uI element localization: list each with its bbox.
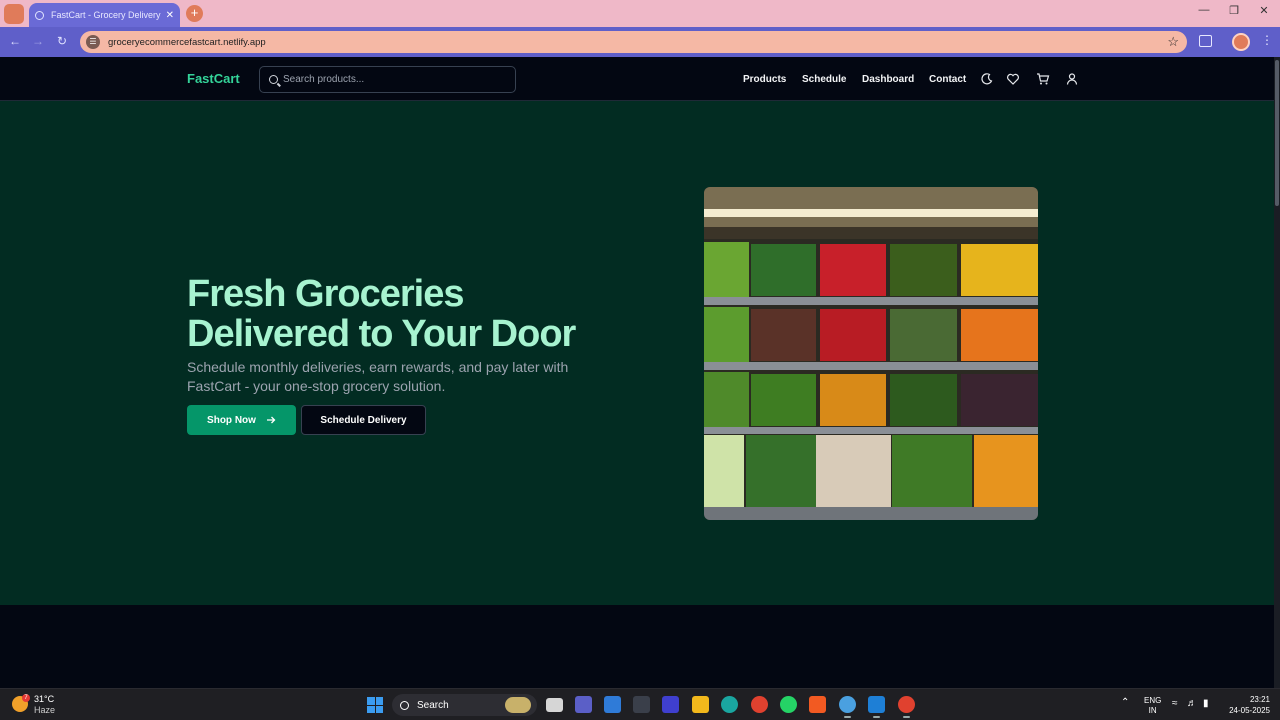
maximize-icon[interactable]: ❐ (1226, 4, 1242, 17)
language-indicator[interactable]: ENG IN (1144, 696, 1161, 716)
taskbar-search-label: Search (417, 699, 449, 711)
whatsapp-icon[interactable] (780, 696, 797, 713)
bookmark-star-icon[interactable]: ☆ (1167, 34, 1179, 50)
new-tab-button[interactable]: + (186, 5, 203, 22)
nav-dashboard[interactable]: Dashboard (862, 74, 914, 85)
hero-subline: Schedule monthly deliveries, earn reward… (187, 359, 569, 394)
weather-temperature[interactable]: 31°C (34, 694, 54, 704)
language-code: ENG (1144, 696, 1162, 705)
profile-avatar[interactable] (1232, 33, 1250, 51)
scrollbar-thumb[interactable] (1275, 60, 1279, 206)
url-text[interactable]: groceryecommercefastcart.netlify.app (108, 37, 266, 48)
back-icon[interactable]: ← (7, 34, 23, 48)
site-info-icon[interactable]: ☰ (86, 35, 100, 49)
tray-overflow-icon[interactable]: ⌃ (1121, 697, 1129, 708)
address-toolbar: ← → ↻ ☰ groceryecommercefastcart.netlify… (0, 27, 1280, 57)
chrome-profile-icon[interactable] (839, 696, 856, 718)
notes-icon[interactable] (662, 696, 679, 713)
system-clock[interactable]: 23:21 24-05-2025 (1224, 694, 1270, 716)
user-icon[interactable] (1065, 72, 1079, 86)
file-explorer-icon[interactable] (692, 696, 709, 713)
tab-title: FastCart - Grocery Delivery Platf (51, 10, 162, 20)
grocery-shelves-image (704, 187, 1038, 520)
chrome-active-icon[interactable] (898, 696, 915, 718)
extensions-icon[interactable] (1199, 35, 1212, 47)
weather-condition[interactable]: Haze (34, 705, 55, 715)
address-bar[interactable]: ☰ groceryecommercefastcart.netlify.app ☆ (80, 31, 1187, 53)
forward-icon[interactable]: → (30, 34, 46, 48)
chrome-icon[interactable] (751, 696, 768, 713)
browser-tab-bar: FastCart - Grocery Delivery Platf ✕ + — … (0, 0, 1280, 27)
volume-icon[interactable]: ♬ (1187, 698, 1197, 709)
nav-schedule[interactable]: Schedule (802, 74, 846, 85)
os-taskbar: 7 31°C Haze Search ⌃ ENG IN ≈ ♬ ▮ 23:21 … (0, 688, 1280, 720)
search-highlight-icon (505, 697, 531, 713)
clock-date: 24-05-2025 (1229, 706, 1270, 715)
region-code: IN (1148, 706, 1157, 715)
nav-contact[interactable]: Contact (929, 74, 966, 85)
weather-badge: 7 (22, 694, 30, 702)
schedule-delivery-label: Schedule Delivery (320, 414, 407, 426)
windows-start-icon[interactable] (367, 697, 383, 713)
moon-icon[interactable] (980, 72, 994, 86)
edge-icon[interactable] (721, 696, 738, 713)
clock-time: 23:21 (1249, 695, 1270, 704)
globe-icon (35, 10, 44, 20)
tab-close-icon[interactable]: ✕ (166, 10, 174, 21)
search-icon (269, 75, 278, 84)
taskbar-search[interactable]: Search (392, 694, 537, 716)
teams-icon[interactable] (575, 696, 592, 713)
terminal-icon[interactable] (633, 696, 650, 713)
taskbar-search-icon (400, 700, 409, 710)
browser-menu-icon[interactable]: ⋮ (1261, 33, 1273, 47)
hero-headline: Fresh Groceries Delivered to Your Door (187, 273, 576, 355)
next-section (0, 605, 1274, 688)
minimize-icon[interactable]: — (1196, 4, 1212, 16)
store-icon[interactable] (604, 696, 621, 713)
vscode-icon[interactable] (868, 696, 885, 718)
search-input[interactable]: Search products... (259, 66, 516, 93)
reload-icon[interactable]: ↻ (54, 34, 70, 48)
task-view-icon[interactable] (546, 698, 563, 712)
window-close-icon[interactable]: ✕ (1256, 4, 1272, 17)
site-logo[interactable]: FastCart (187, 71, 240, 86)
heart-icon[interactable] (1006, 72, 1020, 86)
brave-icon[interactable] (809, 696, 826, 713)
shop-now-label: Shop Now (207, 414, 256, 426)
cart-icon[interactable] (1036, 72, 1050, 86)
arrow-right-icon (266, 416, 276, 424)
browser-tab[interactable]: FastCart - Grocery Delivery Platf ✕ (29, 3, 180, 27)
schedule-delivery-button[interactable]: Schedule Delivery (301, 405, 426, 435)
search-placeholder: Search products... (283, 74, 365, 85)
shop-now-button[interactable]: Shop Now (187, 405, 296, 435)
wifi-icon[interactable]: ≈ (1172, 698, 1178, 709)
nav-products[interactable]: Products (743, 74, 786, 85)
battery-icon[interactable]: ▮ (1203, 698, 1209, 709)
profile-tab-icon[interactable] (4, 4, 24, 24)
site-header: FastCart Search products... Products Sch… (0, 57, 1274, 101)
